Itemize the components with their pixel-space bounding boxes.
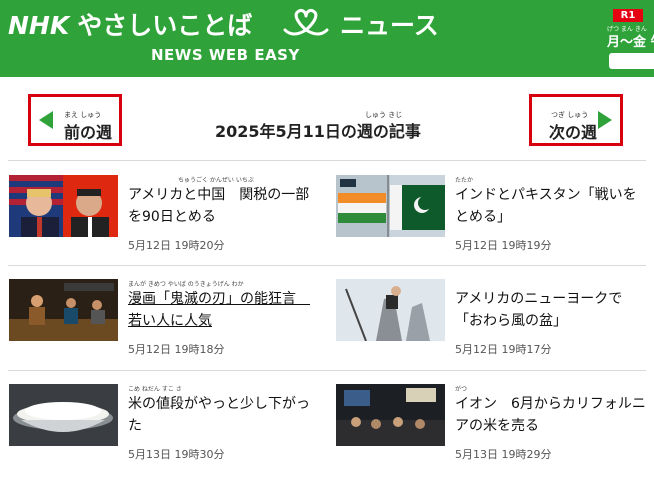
article-ruby: ちゅうごく かんぜい いちぶ (178, 177, 254, 184)
article-item[interactable]: アメリカのニューヨークで「おわら風の盆」 5月12日 19時17分 (336, 279, 646, 379)
article-item[interactable]: がつ イオン 6月からカリフォルニアの米を売る 5月13日 19時29分 (336, 384, 646, 484)
article-ruby: たたか (455, 177, 474, 184)
arrow-left-icon (39, 111, 53, 129)
article-date: 5月13日 19時30分 (128, 448, 225, 461)
article-date: 5月13日 19時29分 (455, 448, 552, 461)
article-item[interactable]: まんが きめつ やいば のうきょうげん わか 漫画「鬼滅の刃」の能狂言 若い人に… (9, 279, 319, 379)
article-item[interactable]: たたか インドとパキスタン「戦いをとめる」 5月12日 19時19分 (336, 175, 646, 275)
article-item[interactable]: ちゅうごく かんぜい いちぶ アメリカと中国 関税の一部を90日とめる 5月12… (9, 175, 319, 275)
radio-box[interactable] (609, 53, 654, 69)
article-title[interactable]: アメリカと中国 関税の一部を90日とめる (128, 184, 320, 228)
article-title[interactable]: アメリカのニューヨークで「おわら風の盆」 (455, 288, 647, 332)
article-thumbnail[interactable] (336, 279, 445, 341)
prev-week-label: 前の週 (64, 123, 113, 142)
article-thumbnail[interactable] (336, 384, 445, 446)
article-title[interactable]: イオン 6月からカリフォルニアの米を売る (455, 393, 647, 437)
prev-week-button[interactable]: まえ しゅう 前の週 (28, 94, 122, 146)
article-title[interactable]: インドとパキスタン「戦いをとめる」 (455, 184, 647, 228)
article-date: 5月12日 19時19分 (455, 239, 552, 252)
site-header: NHK やさしいことば ニュース NEWS WEB EASY R1 げつ まん き… (0, 0, 654, 77)
article-thumbnail[interactable] (9, 279, 118, 341)
article-thumbnail[interactable] (9, 384, 118, 446)
logo-nhk: NHK (8, 11, 70, 40)
logo-text: やさしいことば (77, 11, 253, 40)
heart-icon (283, 9, 329, 36)
article-ruby (455, 279, 647, 288)
radio-schedule[interactable]: 月〜金 午 (607, 31, 654, 50)
article-title[interactable]: 漫画「鬼滅の刃」の能狂言 若い人に人気 (128, 288, 320, 332)
divider (8, 265, 646, 266)
article-title[interactable]: 米の値段がやっと少し下がった (128, 393, 320, 437)
radio-badge[interactable]: R1 (613, 9, 643, 22)
article-ruby: こめ ねだん すこ さ (128, 386, 182, 393)
divider (8, 370, 646, 371)
article-thumbnail[interactable] (9, 175, 118, 237)
article-date: 5月12日 19時18分 (128, 343, 225, 356)
next-week-label: 次の週 (549, 123, 598, 142)
article-ruby: まんが きめつ やいば のうきょうげん わか (128, 281, 244, 288)
article-ruby: がつ (455, 386, 468, 393)
page-title: 2025年5月11日の週の記事 (215, 122, 421, 141)
logo-subtitle: NEWS WEB EASY (151, 46, 300, 64)
site-logo[interactable]: NHK やさしいことば (8, 6, 252, 42)
logo-news: ニュース (340, 11, 439, 40)
arrow-right-icon (598, 111, 612, 129)
article-date: 5月12日 19時20分 (128, 239, 225, 252)
next-week-button[interactable]: つぎ しゅう 次の週 (529, 94, 623, 146)
article-thumbnail[interactable] (336, 175, 445, 237)
article-item[interactable]: こめ ねだん すこ さ 米の値段がやっと少し下がった 5月13日 19時30分 (9, 384, 319, 484)
divider (8, 160, 646, 161)
article-date: 5月12日 19時17分 (455, 343, 552, 356)
